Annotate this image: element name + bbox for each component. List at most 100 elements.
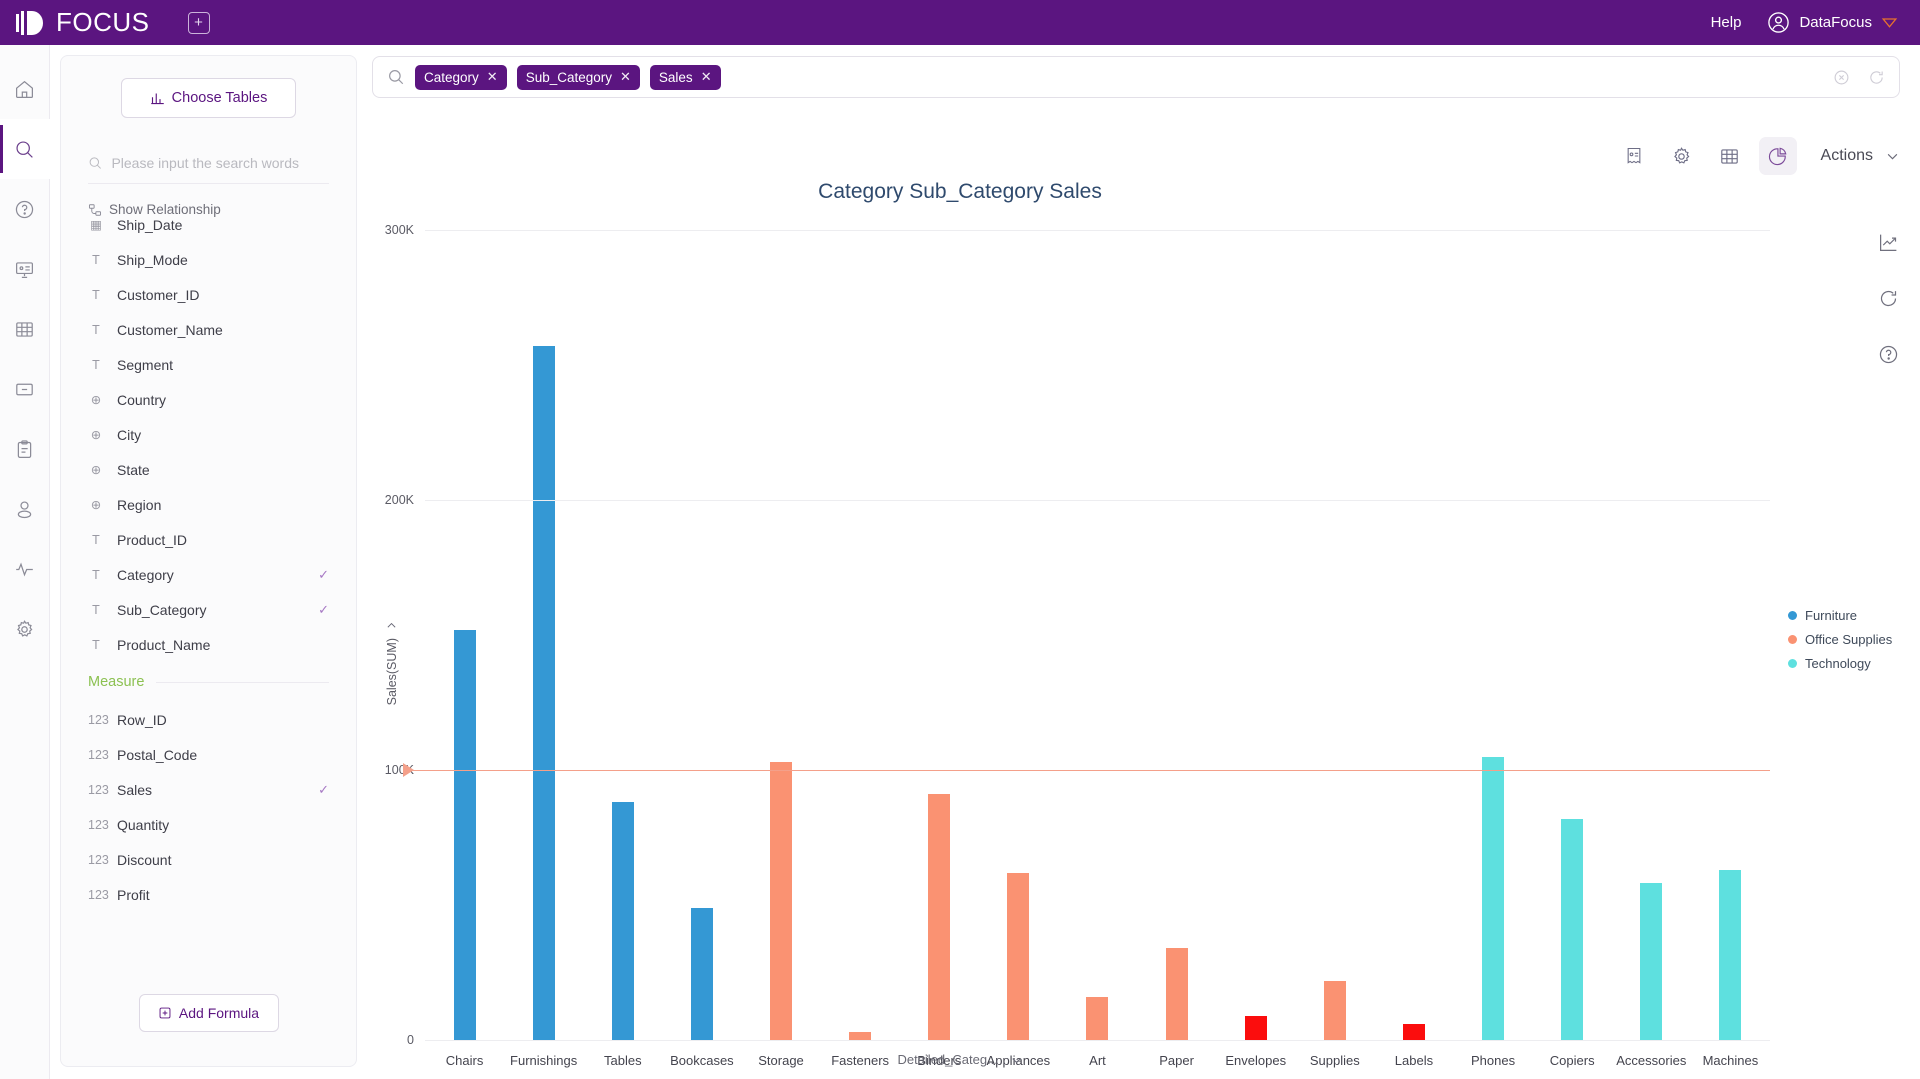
bar[interactable] bbox=[1007, 872, 1030, 1040]
reset-button[interactable] bbox=[1876, 286, 1900, 310]
bar[interactable] bbox=[453, 629, 476, 1040]
choose-tables-button[interactable]: Choose Tables bbox=[121, 78, 296, 118]
rail-item-account[interactable] bbox=[0, 479, 50, 539]
field-row[interactable]: T Product_ID bbox=[88, 522, 329, 557]
field-row[interactable]: ▦ Ship_Date bbox=[88, 219, 329, 242]
help-link[interactable]: Help bbox=[1711, 14, 1742, 31]
legend-item[interactable]: Office Supplies bbox=[1788, 632, 1892, 647]
field-type-icon: T bbox=[92, 322, 100, 337]
avatar bbox=[1768, 12, 1790, 33]
field-row[interactable]: T Category ✓ bbox=[88, 557, 329, 592]
field-row[interactable]: ⊕ Region bbox=[88, 487, 329, 522]
y-axis-label-text: Sales(SUM) bbox=[385, 638, 399, 706]
filter-chip[interactable]: Sub_Category ✕ bbox=[516, 64, 640, 90]
field-row[interactable]: 123 Quantity bbox=[88, 807, 329, 842]
field-search-input[interactable] bbox=[111, 155, 329, 171]
filter-chip[interactable]: Category ✕ bbox=[415, 64, 507, 90]
rail-item-tasks[interactable] bbox=[0, 419, 50, 479]
filter-chip[interactable]: Sales ✕ bbox=[649, 64, 721, 90]
field-row[interactable]: T Product_Name bbox=[88, 627, 329, 662]
rail-item-settings[interactable] bbox=[0, 599, 50, 659]
chart-settings-button[interactable] bbox=[1663, 137, 1701, 175]
bar-column: Paper bbox=[1137, 230, 1216, 1068]
actions-label: Actions bbox=[1820, 147, 1873, 164]
field-row[interactable]: ⊕ City bbox=[88, 417, 329, 452]
close-icon[interactable]: ✕ bbox=[620, 69, 631, 85]
bar[interactable] bbox=[1086, 996, 1109, 1040]
bar[interactable] bbox=[1323, 980, 1346, 1040]
field-name: Segment bbox=[117, 356, 174, 373]
field-name: Region bbox=[117, 496, 162, 513]
bar[interactable] bbox=[611, 802, 634, 1040]
bar[interactable] bbox=[928, 794, 951, 1040]
field-row[interactable]: 123 Postal_Code bbox=[88, 737, 329, 772]
bar-series: Chairs Furnishings Tables Bookcases Storage F… bbox=[425, 230, 1770, 1068]
bar[interactable] bbox=[1244, 1015, 1267, 1040]
chart-bar-icon bbox=[150, 93, 164, 104]
close-icon[interactable]: ✕ bbox=[487, 69, 498, 85]
rail-item-dashboard[interactable] bbox=[0, 239, 50, 299]
bar[interactable] bbox=[849, 1031, 872, 1040]
bar-column: Art bbox=[1058, 230, 1137, 1068]
chart-help-button[interactable] bbox=[1876, 342, 1900, 366]
field-row[interactable]: T Customer_Name bbox=[88, 312, 329, 347]
clear-circle-icon[interactable] bbox=[1833, 69, 1850, 86]
trend-button[interactable] bbox=[1876, 230, 1900, 254]
refresh-icon[interactable] bbox=[1868, 69, 1885, 86]
rail-item-folder[interactable] bbox=[0, 359, 50, 419]
rail-item-monitor[interactable] bbox=[0, 539, 50, 599]
bar-column: Accessories bbox=[1612, 230, 1691, 1068]
field-list[interactable]: ▦ Ship_Date T Ship_Mode T Customer_ID T Custome… bbox=[61, 219, 356, 994]
show-relationship-link[interactable]: Show Relationship bbox=[88, 202, 356, 217]
field-row[interactable]: 123 Profit bbox=[88, 877, 329, 912]
bar[interactable] bbox=[1482, 756, 1505, 1040]
bar[interactable] bbox=[532, 346, 555, 1040]
user-menu[interactable]: DataFocus bbox=[1767, 11, 1898, 34]
field-name: Postal_Code bbox=[117, 746, 198, 763]
rail-item-home[interactable] bbox=[0, 59, 50, 119]
chevron-right-icon bbox=[388, 622, 396, 628]
field-name: Product_Name bbox=[117, 636, 211, 653]
bar[interactable] bbox=[1719, 869, 1742, 1040]
bar[interactable] bbox=[1402, 1023, 1425, 1040]
gridline bbox=[425, 230, 1770, 231]
legend-item[interactable]: Furniture bbox=[1788, 608, 1892, 623]
field-row[interactable]: T Segment bbox=[88, 347, 329, 382]
field-row[interactable]: ⊕ Country bbox=[88, 382, 329, 417]
chevron-down-icon bbox=[1887, 153, 1898, 159]
close-icon[interactable]: ✕ bbox=[701, 69, 712, 85]
query-search-bar[interactable]: Category ✕ Sub_Category ✕ Sales ✕ bbox=[372, 56, 1900, 98]
rail-item-tables[interactable] bbox=[0, 299, 50, 359]
rail-item-search[interactable] bbox=[0, 119, 50, 179]
field-row[interactable]: T Sub_Category ✓ bbox=[88, 592, 329, 627]
legend-item[interactable]: Technology bbox=[1788, 656, 1892, 671]
search-icon bbox=[89, 157, 101, 169]
field-row[interactable]: T Customer_ID bbox=[88, 277, 329, 312]
bar[interactable] bbox=[1640, 883, 1663, 1040]
field-row[interactable]: 123 Row_ID bbox=[88, 702, 329, 737]
summary-button[interactable] bbox=[1615, 137, 1653, 175]
bar[interactable] bbox=[1561, 818, 1584, 1040]
field-row[interactable]: 123 Discount bbox=[88, 842, 329, 877]
field-row[interactable]: T Ship_Mode bbox=[88, 242, 329, 277]
brand-logo[interactable]: FOCUS bbox=[16, 7, 150, 38]
field-row[interactable]: 123 Sales ✓ bbox=[88, 772, 329, 807]
plus-square-icon[interactable]: + bbox=[187, 11, 210, 34]
add-formula-button[interactable]: Add Formula bbox=[138, 994, 279, 1032]
bar[interactable] bbox=[1165, 948, 1188, 1040]
search-icon bbox=[389, 70, 404, 85]
reference-line-handle[interactable] bbox=[403, 763, 414, 777]
x-axis-label[interactable]: Detailed_Categ... bbox=[0, 1052, 1920, 1067]
bar[interactable] bbox=[770, 761, 793, 1040]
chart-toolbar: Actions bbox=[1615, 137, 1900, 175]
chart-view-button[interactable] bbox=[1758, 137, 1797, 175]
table-view-button[interactable] bbox=[1711, 137, 1749, 175]
check-icon: ✓ bbox=[318, 781, 329, 797]
y-axis-label[interactable]: Sales(SUM) bbox=[385, 620, 399, 705]
question-circle-icon bbox=[1879, 345, 1897, 363]
bar-column: Furnishings bbox=[504, 230, 583, 1068]
field-row[interactable]: ⊕ State bbox=[88, 452, 329, 487]
actions-button[interactable]: Actions bbox=[1821, 147, 1900, 165]
reference-line[interactable] bbox=[405, 770, 1770, 771]
bar[interactable] bbox=[690, 907, 713, 1040]
